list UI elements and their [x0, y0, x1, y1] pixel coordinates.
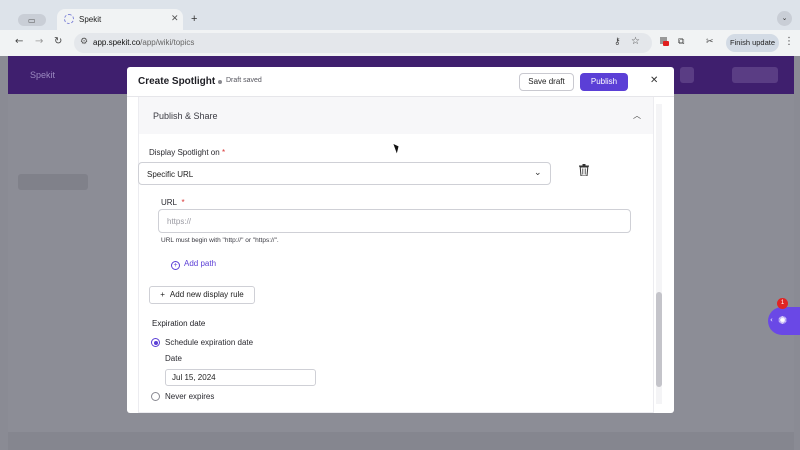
plus-icon: + [160, 290, 165, 299]
chevron-down-icon: ⌄ [534, 168, 542, 178]
spekit-favicon-icon [64, 14, 74, 24]
url-hint: URL must begin with "http://" or "https:… [161, 237, 279, 244]
puzzle-icon[interactable]: ⧉ [678, 37, 684, 47]
scrollbar-thumb[interactable] [656, 292, 662, 387]
bookmark-star-icon[interactable]: ☆ [631, 36, 640, 47]
display-spotlight-select[interactable]: Specific URL ⌄ [138, 162, 551, 185]
spekit-logo-icon: ✺ [778, 314, 788, 327]
date-label: Date [165, 354, 182, 363]
menu-dots-icon[interactable]: ⋮ [784, 36, 794, 47]
browser-chrome: ▭ Spekit ✕ + ⌄ ← → ↻ ⚙ app.spekit.co/app… [0, 0, 800, 56]
back-icon[interactable]: ← [15, 36, 23, 47]
publish-button[interactable]: Publish [580, 73, 628, 91]
reload-icon[interactable]: ↻ [54, 36, 62, 47]
display-spotlight-value: Specific URL [147, 170, 194, 179]
key-icon[interactable]: ⚷ [614, 37, 621, 47]
add-path-button[interactable]: + Add path [171, 259, 216, 270]
draft-status: Draft saved [226, 77, 262, 84]
spekit-widget-button[interactable]: ‹ ✺ [768, 307, 800, 335]
app-sidebar-active [18, 174, 88, 190]
tab-close-icon[interactable]: ✕ [171, 13, 179, 24]
draft-status-dot [218, 80, 222, 84]
section-title: Publish & Share [153, 111, 218, 121]
browser-tab-spekit[interactable]: Spekit ✕ [57, 9, 183, 30]
display-spotlight-label: Display Spotlight on * [149, 148, 226, 157]
expiration-title: Expiration date [152, 319, 206, 328]
schedule-expiration-label[interactable]: Schedule expiration date [165, 338, 253, 347]
app-logo: Spekit [30, 70, 56, 80]
trash-icon[interactable] [579, 164, 589, 176]
schedule-expiration-radio[interactable] [151, 338, 160, 347]
never-expires-radio[interactable] [151, 392, 160, 401]
url-label: URL * [161, 198, 185, 207]
modal-header: Create Spotlight Draft saved Save draft … [127, 67, 674, 97]
profile-icon[interactable]: ✂ [706, 37, 714, 47]
url-input[interactable] [158, 209, 631, 233]
extension-icon[interactable] [660, 37, 670, 50]
modal-title: Create Spotlight [138, 76, 216, 87]
expiration-date-input[interactable] [165, 369, 316, 386]
sidebar-toggle-icon[interactable]: ▭ [18, 14, 46, 26]
forward-icon[interactable]: → [35, 36, 43, 47]
site-info-icon[interactable]: ⚙ [80, 37, 88, 47]
add-display-rule-button[interactable]: + Add new display rule [149, 286, 255, 304]
create-spotlight-modal: Create Spotlight Draft saved Save draft … [127, 67, 674, 413]
tab-bar: ▭ Spekit ✕ + ⌄ [0, 8, 800, 30]
save-draft-button[interactable]: Save draft [519, 73, 574, 91]
close-icon[interactable]: ✕ [650, 75, 658, 86]
address-url: app.spekit.co/app/wiki/topics [93, 38, 195, 47]
never-expires-label[interactable]: Never expires [165, 392, 214, 401]
section-header[interactable]: Publish & Share ︿ [139, 97, 653, 134]
app-header-button [732, 67, 778, 83]
finish-update-button[interactable]: Finish update [726, 34, 779, 52]
new-tab-button[interactable]: + [191, 13, 197, 25]
app-footer [8, 432, 794, 450]
address-bar[interactable]: ⚙ app.spekit.co/app/wiki/topics ⚷ ☆ [74, 33, 652, 53]
plus-circle-icon: + [171, 261, 180, 270]
tab-search-icon[interactable]: ⌄ [777, 11, 792, 26]
browser-toolbar: ← → ↻ ⚙ app.spekit.co/app/wiki/topics ⚷ … [0, 30, 800, 56]
collapse-arrow-icon: ‹ [770, 316, 773, 324]
notification-badge: 1 [777, 298, 788, 309]
app-header-button [680, 67, 694, 83]
tab-title: Spekit [79, 15, 102, 24]
chevron-up-icon[interactable]: ︿ [633, 110, 641, 121]
